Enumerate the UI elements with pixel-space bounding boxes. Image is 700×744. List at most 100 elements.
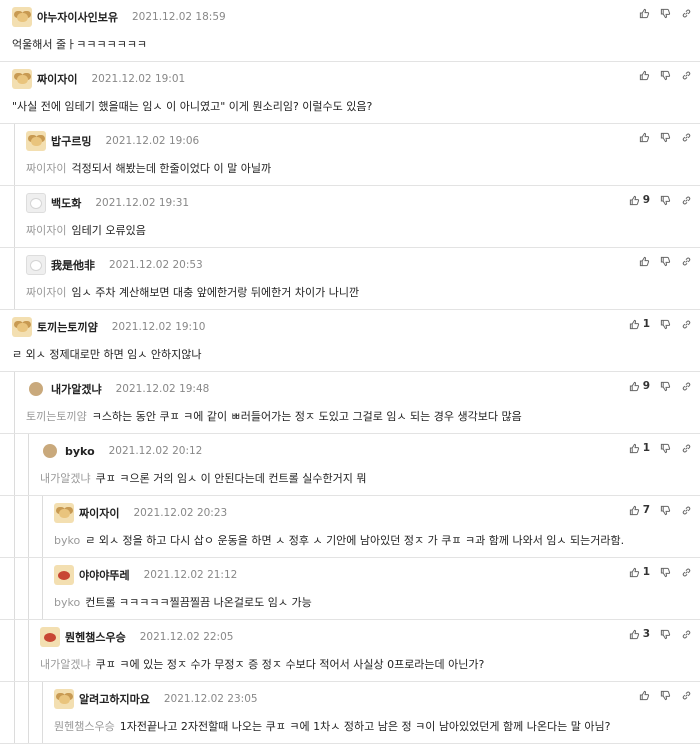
dislike-button[interactable] xyxy=(660,505,671,516)
like-button[interactable] xyxy=(639,8,650,19)
avatar[interactable] xyxy=(12,69,32,89)
comment-author[interactable]: 야야야뚜레 xyxy=(79,567,130,583)
reply-to-author[interactable]: 짜이자이 xyxy=(26,224,66,237)
share-link-button[interactable] xyxy=(681,381,692,392)
dislike-button[interactable] xyxy=(660,443,671,454)
comment-body: "사실 전에 임테기 했을때는 임ㅅ 이 아니였고" 이게 뭔소리임? 이럴수도… xyxy=(12,98,700,114)
dislike-button[interactable] xyxy=(660,8,671,19)
share-link-button[interactable] xyxy=(681,132,692,143)
reply-to-author[interactable]: 짜이자이 xyxy=(26,286,66,299)
comment-item: 我是他非 2021.12.02 20:53 짜이자이 임ㅅ 주차 계산해보면 대충 앞… xyxy=(0,248,700,310)
comment-author[interactable]: 밥구르밍 xyxy=(51,133,91,149)
like-button[interactable]: 1 xyxy=(629,318,650,330)
thumbs-up-icon xyxy=(629,505,640,516)
link-icon xyxy=(681,629,692,640)
reply-to-author[interactable]: 내가알겠냐 xyxy=(40,472,91,485)
thumbs-up-icon xyxy=(629,381,640,392)
thread-guide-line xyxy=(14,682,15,743)
dislike-button[interactable] xyxy=(660,381,671,392)
share-link-button[interactable] xyxy=(681,443,692,454)
like-button[interactable] xyxy=(639,70,650,81)
thumbs-up-icon xyxy=(629,567,640,578)
dislike-button[interactable] xyxy=(660,132,671,143)
reply-to-author[interactable]: byko xyxy=(54,534,80,547)
share-link-button[interactable] xyxy=(681,690,692,701)
dislike-button[interactable] xyxy=(660,690,671,701)
like-button[interactable]: 7 xyxy=(629,504,650,516)
reply-to-author[interactable]: 내가알겠냐 xyxy=(40,658,91,671)
like-button[interactable]: 9 xyxy=(629,380,650,392)
avatar[interactable] xyxy=(12,317,32,337)
comment-header: 토끼는토끼얌 2021.12.02 19:10 xyxy=(12,316,700,338)
avatar[interactable] xyxy=(40,627,60,647)
dislike-button[interactable] xyxy=(660,319,671,330)
like-button[interactable]: 1 xyxy=(629,442,650,454)
comment-item: 뭔헨챔스우승 2021.12.02 22:05 내가알겠냐 쿠ㅍ ㅋ에 있는 정ㅈ 수… xyxy=(0,620,700,682)
like-button[interactable]: 9 xyxy=(629,194,650,206)
comment-actions xyxy=(629,132,692,143)
reply-to-author[interactable]: 뭔헨챔스우승 xyxy=(54,720,115,733)
comment-header: 짜이자이 2021.12.02 20:23 xyxy=(54,502,700,524)
comment-actions: 9 xyxy=(619,380,692,392)
comment-date: 2021.12.02 18:59 xyxy=(131,11,226,23)
share-link-button[interactable] xyxy=(681,8,692,19)
avatar[interactable] xyxy=(26,255,46,275)
dislike-button[interactable] xyxy=(660,567,671,578)
share-link-button[interactable] xyxy=(681,629,692,640)
dislike-button[interactable] xyxy=(660,195,671,206)
share-link-button[interactable] xyxy=(681,319,692,330)
like-count: 9 xyxy=(642,194,650,206)
avatar[interactable] xyxy=(54,503,74,523)
comment-item: 밥구르밍 2021.12.02 19:06 짜이자이 걱정되서 해봤는데 한줄이었다 … xyxy=(0,124,700,186)
comment-author[interactable]: 야누자이사인보유 xyxy=(37,9,118,25)
share-link-button[interactable] xyxy=(681,505,692,516)
comment-author[interactable]: 我是他非 xyxy=(51,257,95,273)
comment-author[interactable]: 내가알겠냐 xyxy=(51,381,102,397)
comment-body: 내가알겠냐 쿠ㅍ ㅋ으론 거의 임ㅅ 이 안된다는데 컨트롤 실수한거지 뭐 xyxy=(40,470,700,486)
share-link-button[interactable] xyxy=(681,70,692,81)
comment-text: 쿠ㅍ ㅋ으론 거의 임ㅅ 이 안된다는데 컨트롤 실수한거지 뭐 xyxy=(95,472,367,485)
like-button[interactable] xyxy=(639,256,650,267)
avatar[interactable] xyxy=(54,565,74,585)
comment-author[interactable]: 알려고하지마요 xyxy=(79,691,150,707)
comment-actions xyxy=(629,256,692,267)
comment-header: 밥구르밍 2021.12.02 19:06 xyxy=(26,130,700,152)
avatar[interactable] xyxy=(29,382,43,396)
comment-author[interactable]: 백도화 xyxy=(51,195,81,211)
reply-to-author[interactable]: byko xyxy=(54,596,80,609)
comment-author[interactable]: 짜이자이 xyxy=(37,71,77,87)
dislike-button[interactable] xyxy=(660,256,671,267)
comment-author[interactable]: 짜이자이 xyxy=(79,505,119,521)
like-button[interactable] xyxy=(639,690,650,701)
dislike-button[interactable] xyxy=(660,629,671,640)
avatar[interactable] xyxy=(54,689,74,709)
avatar[interactable] xyxy=(43,444,57,458)
comment-header: 백도화 2021.12.02 19:31 xyxy=(26,192,700,214)
comment-list: 야누자이사인보유 2021.12.02 18:59 억울해서 줄ㅏㅋㅋㅋㅋㅋㅋㅋ 짜이… xyxy=(0,0,700,744)
thumbs-up-icon xyxy=(639,8,650,19)
like-button[interactable] xyxy=(639,132,650,143)
comment-text: ㅋ스하는 동안 쿠ㅍ ㅋ에 같이 ㅃ러들어가는 정ㅈ 도있고 그걸로 임ㅅ 되는… xyxy=(91,410,522,423)
thread-guide-line xyxy=(14,620,15,681)
comment-author[interactable]: 뭔헨챔스우승 xyxy=(65,629,126,645)
comment-text: 컨트롤 ㅋㅋㅋㅋㅋ찔끔찔끔 나온걸로도 임ㅅ 가능 xyxy=(85,596,312,609)
comment-header: byko 2021.12.02 20:12 xyxy=(40,440,700,462)
like-button[interactable]: 1 xyxy=(629,566,650,578)
like-button[interactable]: 3 xyxy=(629,628,650,640)
like-count: 9 xyxy=(642,380,650,392)
comment-date: 2021.12.02 21:12 xyxy=(143,569,238,581)
comment-header: 야누자이사인보유 2021.12.02 18:59 xyxy=(12,6,700,28)
reply-to-author[interactable]: 토끼는토끼얌 xyxy=(26,410,87,423)
avatar[interactable] xyxy=(26,131,46,151)
comment-author[interactable]: 토끼는토끼얌 xyxy=(37,319,98,335)
reply-to-author[interactable]: 짜이자이 xyxy=(26,162,66,175)
avatar[interactable] xyxy=(12,7,32,27)
dislike-button[interactable] xyxy=(660,70,671,81)
comment-author[interactable]: byko xyxy=(65,445,95,458)
share-link-button[interactable] xyxy=(681,195,692,206)
share-link-button[interactable] xyxy=(681,567,692,578)
avatar[interactable] xyxy=(26,193,46,213)
comment-actions: 1 xyxy=(619,442,692,454)
share-link-button[interactable] xyxy=(681,256,692,267)
thread-guide-line xyxy=(42,558,43,619)
